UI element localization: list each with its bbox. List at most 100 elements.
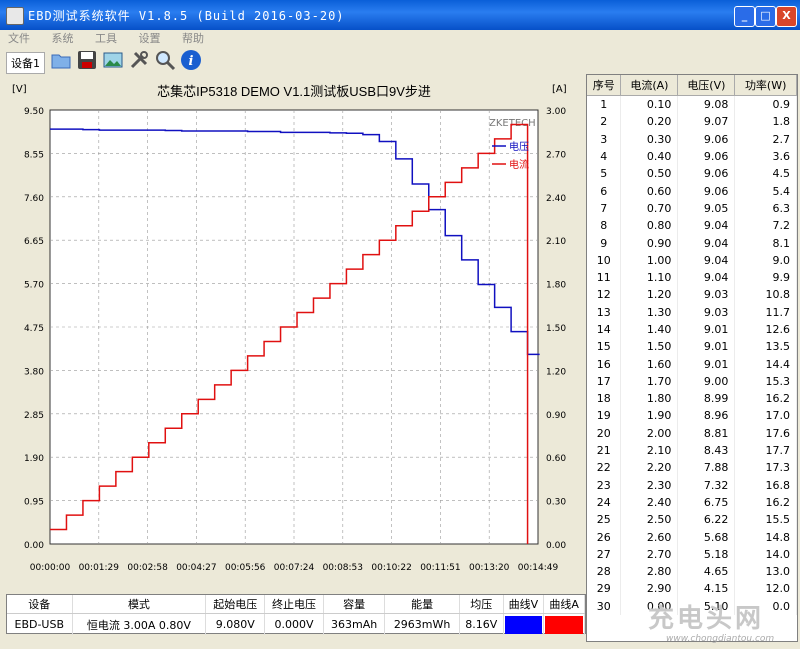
right-axis-unit: [A] (552, 84, 567, 95)
table-row[interactable]: 29 2.90 4.15 12.0 (587, 580, 797, 598)
table-row[interactable]: 7 0.70 9.05 6.3 (587, 199, 797, 218)
table-row[interactable]: 6 0.60 9.06 5.4 (587, 182, 797, 200)
table-row[interactable]: 10 1.00 9.04 9.0 (587, 251, 797, 269)
row-index: 20 (587, 424, 622, 442)
table-row[interactable]: 2 0.20 9.07 1.8 (587, 113, 797, 131)
table-row[interactable]: 28 2.80 4.65 13.0 (587, 563, 797, 581)
right-tick-label: 1.80 (546, 281, 566, 291)
row-current: 1.70 (620, 372, 679, 391)
row-voltage: 9.06 (677, 130, 736, 148)
row-current: 2.30 (620, 476, 679, 494)
left-tick-label: 5.70 (24, 281, 44, 291)
table-row[interactable]: 23 2.30 7.32 16.8 (587, 476, 797, 494)
table-row[interactable]: 26 2.60 5.68 14.8 (587, 528, 797, 546)
row-voltage: 8.43 (677, 441, 736, 460)
status-curve-v-color (503, 613, 545, 635)
table-row[interactable]: 1 0.10 9.08 0.9 (587, 95, 797, 114)
table-row[interactable]: 14 1.40 9.01 12.6 (587, 320, 797, 339)
table-row[interactable]: 20 2.00 8.81 17.6 (587, 424, 797, 442)
search-icon[interactable] (154, 49, 176, 71)
col-power-header[interactable]: 功率(W) (734, 75, 797, 96)
table-row[interactable]: 18 1.80 8.99 16.2 (587, 390, 797, 408)
menu-settings[interactable]: 设置 (139, 30, 161, 48)
row-index: 11 (587, 268, 622, 287)
row-voltage: 6.75 (677, 493, 736, 512)
menu-file[interactable]: 文件 (8, 30, 30, 48)
row-index: 2 (587, 113, 622, 131)
close-button[interactable]: X (776, 6, 797, 27)
table-row[interactable]: 11 1.10 9.04 9.9 (587, 268, 797, 287)
row-voltage: 9.04 (677, 251, 736, 269)
status-header-end-voltage: 终止电压 (264, 595, 324, 614)
curve-color-swatch[interactable] (545, 615, 583, 634)
maximize-button[interactable]: □ (755, 6, 776, 27)
row-voltage: 9.04 (677, 217, 736, 235)
table-row[interactable]: 22 2.20 7.88 17.3 (587, 459, 797, 477)
table-row[interactable]: 5 0.50 9.06 4.5 (587, 165, 797, 183)
open-folder-icon[interactable] (50, 49, 72, 71)
row-current: 0.50 (620, 165, 679, 183)
row-current: 0.60 (620, 182, 679, 200)
row-voltage: 6.22 (677, 511, 736, 529)
table-row[interactable]: 19 1.90 8.96 17.0 (587, 407, 797, 425)
table-row[interactable]: 16 1.60 9.01 14.4 (587, 355, 797, 373)
info-icon[interactable]: i (180, 49, 202, 71)
table-row[interactable]: 25 2.50 6.22 15.5 (587, 511, 797, 529)
row-voltage: 9.04 (677, 234, 736, 252)
table-row[interactable]: 15 1.50 9.01 13.5 (587, 338, 797, 356)
table-row[interactable]: 9 0.90 9.04 8.1 (587, 234, 797, 252)
row-current: 2.00 (620, 424, 679, 442)
menu-help[interactable]: 帮助 (182, 30, 204, 48)
tools-icon[interactable] (128, 49, 150, 71)
row-voltage: 7.88 (677, 459, 736, 477)
table-row[interactable]: 13 1.30 9.03 11.7 (587, 303, 797, 321)
table-row[interactable]: 24 2.40 6.75 16.2 (587, 493, 797, 512)
legend-current-label: 电流 (509, 158, 529, 171)
x-tick-label: 00:14:49 (518, 563, 559, 573)
menu-tools[interactable]: 工具 (95, 30, 117, 48)
status-table: 设备 模式 起始电压 终止电压 容量 能量 均压 曲线V 曲线A EBD-USB 恒电流 3.00… (7, 595, 585, 635)
table-row[interactable]: 4 0.40 9.06 3.6 (587, 147, 797, 166)
col-current-header[interactable]: 电流(A) (620, 75, 679, 96)
status-header-capacity: 容量 (323, 595, 386, 614)
menu-system[interactable]: 系统 (52, 30, 74, 48)
row-voltage: 9.07 (677, 113, 736, 131)
row-index: 18 (587, 390, 622, 408)
table-row[interactable]: 3 0.30 9.06 2.7 (587, 130, 797, 148)
minimize-button[interactable]: _ (734, 6, 755, 27)
right-tick-label: 3.00 (546, 107, 566, 117)
status-header-energy: 能量 (384, 595, 460, 614)
data-table-panel[interactable]: 序号 电流(A) 电压(V) 功率(W) 1 0.10 9.08 0.9 2 0.20 9.… (586, 74, 798, 642)
row-index: 28 (587, 563, 622, 581)
row-voltage: 8.81 (677, 424, 736, 442)
col-index-header[interactable]: 序号 (587, 75, 622, 96)
curve-color-swatch[interactable] (504, 615, 543, 634)
status-header-start-voltage: 起始电压 (205, 595, 266, 614)
table-row[interactable]: 8 0.80 9.04 7.2 (587, 217, 797, 235)
chart-image-icon[interactable] (102, 49, 124, 71)
status-value-energy: 2963mWh (384, 613, 460, 635)
table-row[interactable]: 27 2.70 5.18 14.0 (587, 545, 797, 564)
row-voltage: 4.15 (677, 580, 736, 598)
save-icon[interactable] (76, 49, 98, 71)
row-current: 2.60 (620, 528, 679, 546)
row-index: 27 (587, 545, 622, 564)
table-row[interactable]: 12 1.20 9.03 10.8 (587, 286, 797, 304)
zketech-label: ZKETECH (489, 118, 536, 129)
row-voltage: 9.06 (677, 182, 736, 200)
row-voltage: 9.04 (677, 268, 736, 287)
table-row[interactable]: 17 1.70 9.00 15.3 (587, 372, 797, 391)
row-current: 1.90 (620, 407, 679, 425)
row-current: 1.10 (620, 268, 679, 287)
table-row[interactable]: 21 2.10 8.43 17.7 (587, 441, 797, 460)
device-tab[interactable]: 设备1 (6, 52, 45, 74)
row-index: 23 (587, 476, 622, 494)
status-header-avg-voltage: 均压 (459, 595, 504, 614)
row-index: 22 (587, 459, 622, 477)
status-panel: 设备 模式 起始电压 终止电压 容量 能量 均压 曲线V 曲线A EBD-USB 恒电流 3.00… (6, 594, 586, 635)
col-voltage-header[interactable]: 电压(V) (677, 75, 736, 96)
row-power: 13.5 (734, 338, 797, 356)
row-voltage: 9.03 (677, 303, 736, 321)
x-tick-label: 00:13:20 (469, 563, 510, 573)
row-voltage: 9.00 (677, 372, 736, 391)
